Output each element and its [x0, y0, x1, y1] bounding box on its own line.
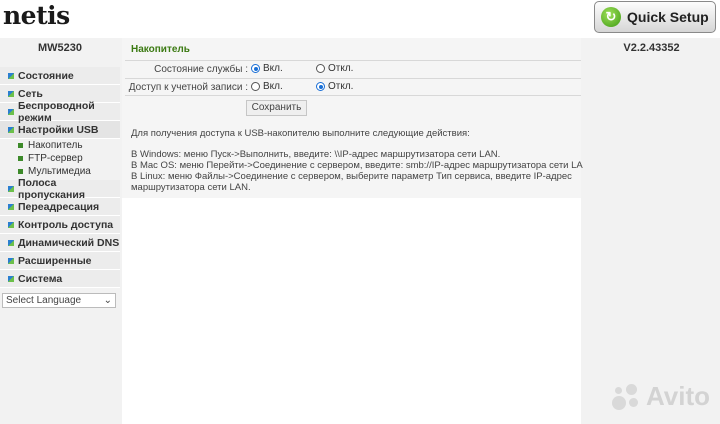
sidebar-subitem-label: Мультимедиа	[28, 166, 91, 177]
right-column: V2.2.43352 Avito	[583, 38, 720, 424]
menu-bullet-icon	[8, 221, 14, 228]
sidebar-item-label: Контроль доступа	[18, 218, 114, 231]
sidebar-item-label: Переадресация	[18, 200, 100, 213]
info-line-linux-cont: маршрутизатора сети LAN.	[131, 182, 251, 193]
language-select-value: Select Language	[6, 295, 82, 306]
quick-setup-button[interactable]: ↻ Quick Setup	[594, 1, 716, 33]
logo-text: netis	[3, 1, 70, 30]
service-status-on-option[interactable]: Вкл.	[251, 63, 283, 74]
service-status-off-radio[interactable]	[316, 64, 325, 73]
sidebar-item-label: Настройки USB	[18, 123, 99, 136]
sidebar-subitem-label: Накопитель	[28, 140, 83, 151]
sidebar-item-wireless[interactable]: Беспроводной режим	[0, 99, 120, 124]
account-access-off-radio[interactable]	[316, 82, 325, 91]
page-title: Накопитель	[131, 44, 190, 55]
sidebar-subitem-storage[interactable]: Накопитель	[0, 139, 120, 152]
service-status-row: Состояние службы : Вкл. Откл.	[125, 60, 581, 77]
menu-bullet-icon	[8, 108, 14, 115]
main-content: Накопитель Состояние службы : Вкл. Откл.…	[122, 38, 592, 424]
sidebar-item-label: Расширенные	[18, 254, 92, 267]
sidebar-item-system[interactable]: Система	[0, 270, 120, 288]
radio-label: Откл.	[328, 81, 354, 92]
quick-setup-label: Quick Setup	[627, 9, 709, 25]
sidebar-item-label: Система	[18, 272, 63, 285]
quick-setup-refresh-icon: ↻	[601, 7, 621, 27]
menu-bullet-icon	[8, 275, 14, 282]
sidebar-subitem-ftp[interactable]: FTP-сервер	[0, 152, 120, 165]
sidebar-item-label: Полоса пропускания	[18, 176, 85, 201]
menu-bullet-icon	[8, 203, 14, 210]
account-access-label: Доступ к учетной записи :	[128, 82, 248, 93]
chevron-down-icon: ⌄	[103, 295, 112, 306]
menu-bullet-icon	[8, 72, 14, 79]
menu-bullet-icon	[8, 185, 14, 192]
info-heading: Для получения доступа к USB-накопителю в…	[131, 128, 470, 139]
info-line-windows: В Windows: меню Пуск->Выполнить, введите…	[131, 149, 501, 160]
save-button[interactable]: Сохранить	[246, 100, 307, 116]
service-status-on-radio[interactable]	[251, 64, 260, 73]
service-status-label: Состояние службы :	[154, 64, 248, 75]
service-status-off-option[interactable]: Откл.	[316, 63, 353, 74]
sub-bullet-icon	[18, 143, 23, 148]
watermark-text: Avito	[646, 381, 711, 411]
menu-bullet-icon	[8, 239, 14, 246]
sidebar-item-label: Беспроводной режим	[18, 99, 95, 124]
account-access-on-radio[interactable]	[251, 82, 260, 91]
sidebar-item-bandwidth[interactable]: Полоса пропускания	[0, 176, 120, 201]
account-access-row: Доступ к учетной записи : Вкл. Откл.	[125, 78, 581, 96]
sidebar: MW5230 Состояние Сеть Беспроводной режим…	[0, 38, 120, 424]
storage-panel: Накопитель Состояние службы : Вкл. Откл.…	[122, 38, 592, 198]
sidebar-item-status[interactable]: Состояние	[0, 67, 120, 85]
info-line-linux: В Linux: меню Файлы->Соединение с сервер…	[131, 171, 572, 182]
menu-bullet-icon	[8, 126, 14, 133]
radio-label: Вкл.	[263, 81, 283, 92]
firmware-version: V2.2.43352	[623, 42, 680, 54]
sub-bullet-icon	[18, 156, 23, 161]
sidebar-item-advanced[interactable]: Расширенные	[0, 252, 120, 270]
account-access-off-option[interactable]: Откл.	[316, 81, 353, 92]
netis-logo[interactable]: netis	[3, 1, 70, 30]
sidebar-item-label: Динамический DNS	[18, 236, 120, 249]
sidebar-item-ddns[interactable]: Динамический DNS	[0, 234, 120, 252]
sidebar-item-forwarding[interactable]: Переадресация	[0, 198, 120, 216]
language-select[interactable]: Select Language ⌄	[2, 293, 116, 308]
model-name: MW5230	[37, 42, 83, 54]
sub-bullet-icon	[18, 169, 23, 174]
radio-label: Откл.	[328, 63, 354, 74]
avito-logo-icon	[610, 382, 644, 412]
avito-watermark: Avito	[610, 381, 710, 412]
sidebar-subitem-label: FTP-сервер	[28, 153, 83, 164]
sidebar-menu: Состояние Сеть Беспроводной режим Настро…	[0, 67, 120, 288]
sidebar-item-access-control[interactable]: Контроль доступа	[0, 216, 120, 234]
sidebar-item-label: Сеть	[18, 87, 43, 100]
header: netis ↻ Quick Setup	[0, 0, 720, 38]
sidebar-item-usb-settings[interactable]: Настройки USB	[0, 121, 120, 139]
account-access-on-option[interactable]: Вкл.	[251, 81, 283, 92]
sidebar-item-label: Состояние	[18, 69, 74, 82]
radio-label: Вкл.	[263, 63, 283, 74]
menu-bullet-icon	[8, 257, 14, 264]
info-line-macos: В Mac OS: меню Перейти->Соединение с сер…	[131, 160, 593, 171]
menu-bullet-icon	[8, 90, 14, 97]
